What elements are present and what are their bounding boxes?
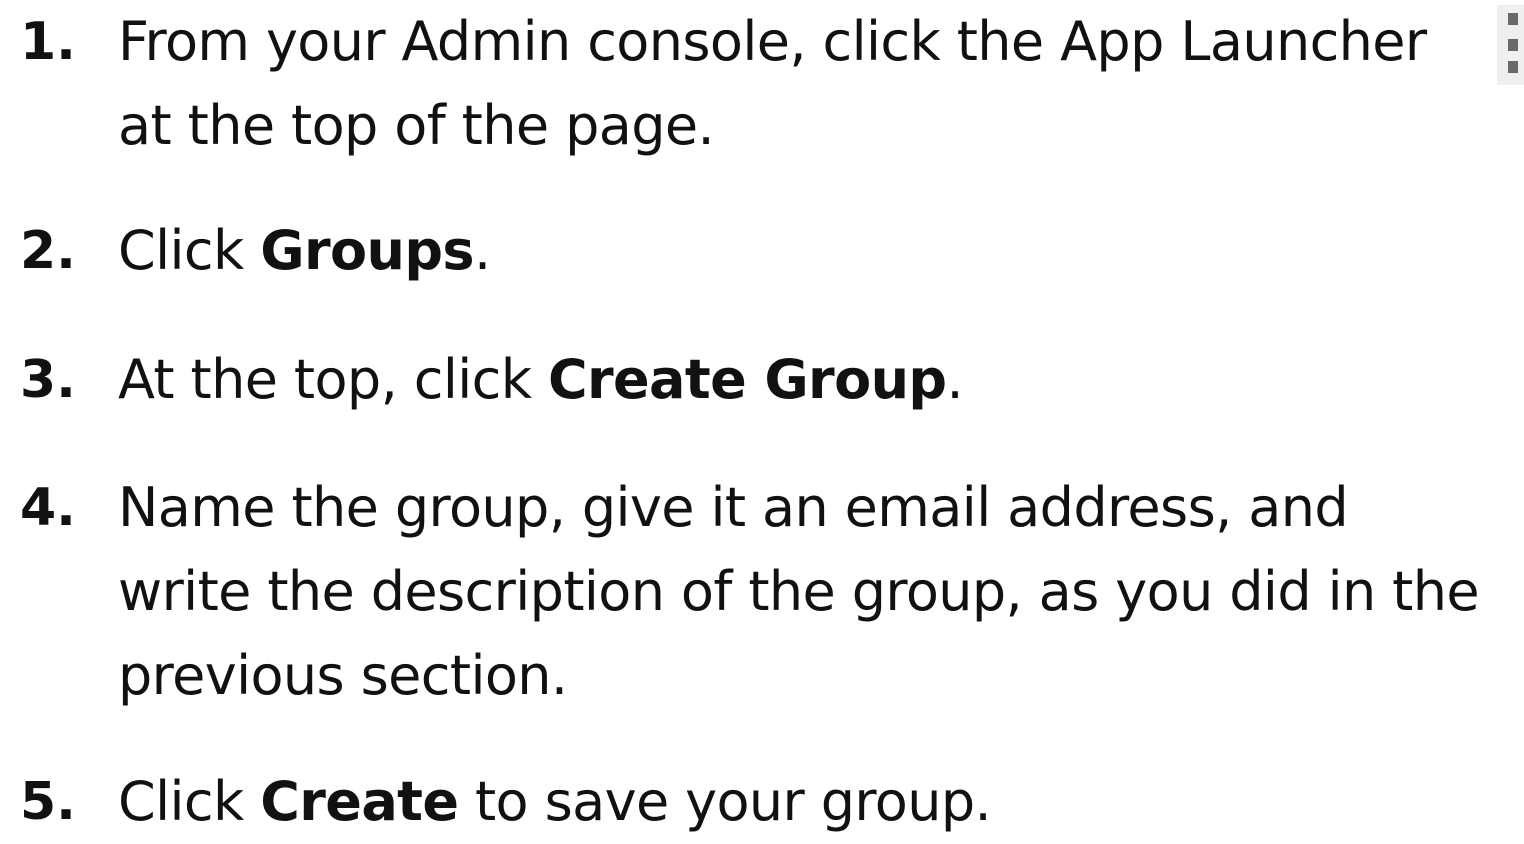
- step-number: 3.: [20, 350, 76, 410]
- step-text-before: Click: [118, 770, 261, 833]
- step-number: 4.: [20, 478, 76, 538]
- step-text-before: At the top, click: [118, 348, 548, 411]
- step-text-after: .: [946, 348, 964, 411]
- step-number: 1.: [20, 12, 76, 72]
- app-launcher-icon: [1497, 5, 1524, 85]
- launcher-dot: [1508, 61, 1518, 73]
- step-line: previous section.: [118, 644, 568, 707]
- step-text: From your Admin console, click the App L…: [118, 0, 1518, 168]
- step-text: At the top, click Create Group.: [118, 338, 1518, 422]
- instruction-list: 1. From your Admin console, click the Ap…: [0, 0, 1524, 835]
- launcher-dot: [1508, 39, 1518, 51]
- groups-label: Groups: [260, 219, 474, 282]
- launcher-dot: [1508, 13, 1518, 25]
- step-line: From your Admin console, click the App L…: [118, 10, 1427, 73]
- step-line: write the description of the group, as y…: [118, 560, 1480, 623]
- step-text: Click Groups.: [118, 209, 1518, 293]
- step-number: 5.: [20, 772, 76, 832]
- create-label: Create: [260, 770, 459, 833]
- step-text: Click Create to save your group.: [118, 760, 1518, 844]
- step-text: Name the group, give it an email address…: [118, 466, 1518, 718]
- step-text-before: Click: [118, 219, 261, 282]
- create-group-label: Create Group: [547, 348, 947, 411]
- step-text-after: to save your group.: [458, 770, 992, 833]
- step-line: at the top of the page.: [118, 94, 715, 157]
- step-text-after: .: [473, 219, 491, 282]
- step-line: Name the group, give it an email address…: [118, 476, 1349, 539]
- step-number: 2.: [20, 221, 76, 281]
